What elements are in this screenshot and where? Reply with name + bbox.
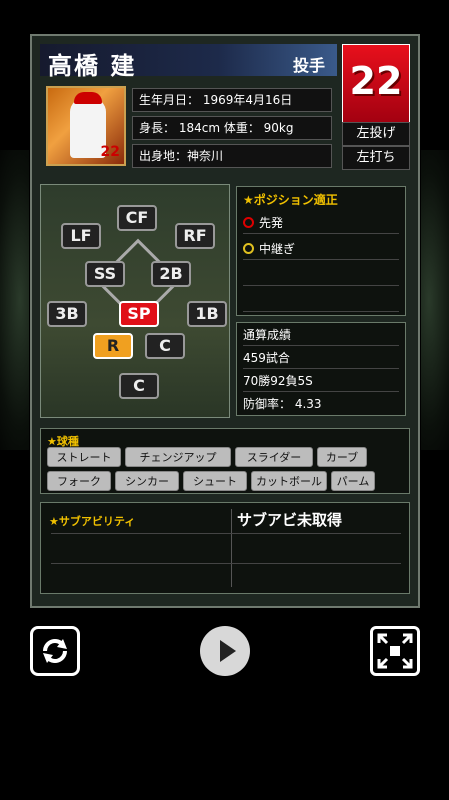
sub-ability-panel: ★サブアビリティ サブアビ未取得	[40, 502, 410, 594]
height-weight-field: 身長： 184cm 体重： 90kg	[132, 116, 332, 140]
pos-closer: C	[145, 333, 185, 359]
pitch-tag: フォーク	[47, 471, 111, 491]
rotate-icon	[43, 639, 67, 663]
pitch-tag: パーム	[331, 471, 375, 491]
career-games: 459試合	[243, 348, 399, 369]
player-name: 高橋 建	[48, 51, 137, 80]
uniform-number: 22	[349, 59, 403, 103]
rotate-button[interactable]	[30, 626, 80, 676]
pos-2b: 2B	[151, 261, 191, 287]
double-circle-icon	[243, 217, 254, 228]
pitch-tag: ストレート	[47, 447, 121, 467]
pitch-tag: シンカー	[115, 471, 179, 491]
circle-icon	[243, 243, 254, 254]
fullscreen-icon	[377, 633, 413, 669]
divider	[51, 533, 401, 534]
sub-ability-value: サブアビ未取得	[237, 511, 343, 529]
pos-sp: SP	[119, 301, 159, 327]
birthplace-field: 出身地：神奈川	[132, 144, 332, 168]
pitch-tag: カーブ	[317, 447, 367, 467]
player-photo: 22	[46, 86, 126, 166]
pos-ss: SS	[85, 261, 125, 287]
aptitude-row-reliever: 中継ぎ	[243, 239, 399, 260]
play-icon	[220, 640, 236, 662]
field-position-diagram: CF LF RF SS 2B 3B SP 1B R C C	[40, 184, 230, 418]
pos-catcher: C	[119, 373, 159, 399]
pitch-tag: チェンジアップ	[125, 447, 231, 467]
photo-number: 22	[100, 144, 120, 160]
pitch-types-panel: ★球種 ストレート チェンジアップ スライダー カーブ フォーク シンカー シュ…	[40, 428, 410, 494]
pos-rp: R	[93, 333, 133, 359]
pos-3b: 3B	[47, 301, 87, 327]
uniform-number-badge: 22	[342, 44, 410, 126]
sub-ability-title: ★サブアビリティ	[49, 515, 136, 528]
career-era: 防御率： 4.33	[243, 397, 322, 411]
birthdate-field: 生年月日： 1969年4月16日	[132, 88, 332, 112]
aptitude-row-empty	[243, 265, 399, 286]
fullscreen-button[interactable]	[370, 626, 420, 676]
play-button[interactable]	[200, 626, 250, 676]
pos-rf: RF	[175, 223, 215, 249]
pos-1b: 1B	[187, 301, 227, 327]
player-header: 高橋 建 投手	[40, 44, 337, 80]
career-stats-panel: 通算成績 459試合 70勝92負5S 防御率： 4.33	[236, 322, 406, 416]
divider	[51, 563, 401, 564]
pos-cf: CF	[117, 205, 157, 231]
position-aptitude-panel: ★ポジション適正 先発 中継ぎ	[236, 186, 406, 316]
career-stats-title: 通算成績	[243, 325, 399, 346]
player-card: 高橋 建 投手 22 左投げ 左打ち 22 生年月日： 1969年4月16日 身…	[30, 34, 420, 608]
pitch-tag: スライダー	[235, 447, 313, 467]
position-aptitude-title: ★ポジション適正	[243, 193, 338, 207]
pos-lf: LF	[61, 223, 101, 249]
career-record: 70勝92負5S	[243, 371, 399, 392]
pitch-tag: カットボール	[251, 471, 327, 491]
aptitude-row-starter: 先発	[243, 213, 399, 234]
pitch-tag: シュート	[183, 471, 247, 491]
aptitude-row-empty	[243, 291, 399, 312]
divider	[231, 509, 232, 587]
player-position: 投手	[292, 56, 325, 75]
bats-label: 左打ち	[342, 146, 410, 170]
throws-label: 左投げ	[342, 122, 410, 146]
